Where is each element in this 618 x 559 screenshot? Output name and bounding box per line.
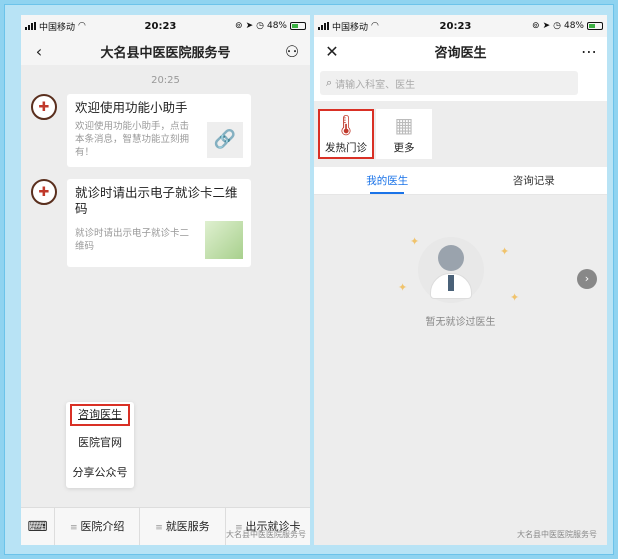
menu-medical-service[interactable]: 就医服务	[140, 508, 226, 545]
wifi-icon: ◠	[78, 21, 86, 31]
tab-bar: 我的医生 咨询记录	[314, 167, 607, 195]
battery-percent: 48%	[266, 21, 287, 31]
chat-screen: 中国移动 ◠ 20:23 ⊚ ➤ ◷ 48% ‹ 大名县中医医院服务号 ⚇ 20:25 …	[21, 15, 310, 545]
page-title: 大名县中医医院服务号	[100, 45, 231, 61]
more-icon[interactable]: ⋯	[579, 42, 599, 61]
sparkle-icon: ✦	[500, 245, 510, 258]
status-bar: 中国移动 ◠ 20:23 ⊚ ➤ ◷ 48%	[21, 15, 310, 37]
tile-more[interactable]: ▦ 更多	[376, 109, 432, 159]
screenshot-frame: 中国移动 ◠ 20:23 ⊚ ➤ ◷ 48% ‹ 大名县中医医院服务号 ⚇ 20:25 …	[4, 4, 614, 555]
page-title: 咨询医生	[434, 45, 487, 61]
tile-fever-clinic[interactable]: 🌡 发热门诊	[318, 109, 374, 159]
thermometer-icon: 🌡	[333, 113, 359, 137]
tab-consult-records[interactable]: 咨询记录	[461, 167, 608, 194]
sparkle-icon: ✦	[398, 281, 408, 294]
menu-item-consult-doctor[interactable]: 咨询医生	[70, 404, 130, 426]
back-icon[interactable]: ‹	[29, 42, 49, 61]
tile-label: 发热门诊	[325, 142, 367, 154]
tab-my-doctors[interactable]: 我的医生	[314, 167, 461, 194]
status-bar: 中国移动 ◠ 20:23 ⊚ ➤ ◷ 48%	[314, 15, 607, 37]
location-icon: ➤	[245, 21, 254, 31]
carrier: 中国移动	[332, 22, 369, 33]
carrier: 中国移动	[39, 22, 76, 33]
sparkle-icon: ✦	[510, 291, 520, 304]
arrow-right-icon[interactable]: ›	[577, 269, 597, 289]
search-icon: ⌕	[326, 76, 333, 89]
close-icon[interactable]: ✕	[322, 42, 342, 61]
message-card[interactable]: 欢迎使用功能小助手 欢迎使用功能小助手，点击本条消息，智慧功能立刻拥有！ 🔗	[67, 94, 251, 167]
lock-icon: ⊚	[235, 21, 243, 31]
chat-timestamp: 20:25	[151, 75, 180, 86]
search-area: ⌕ 请输入科室、医生	[314, 65, 607, 101]
empty-text: 暂无就诊过医生	[425, 317, 496, 328]
battery-icon	[587, 22, 603, 30]
signal-icon	[318, 22, 329, 30]
menu-hospital-intro[interactable]: 医院介绍	[55, 508, 141, 545]
message-card[interactable]: 就诊时请出示电子就诊卡二维码 就诊时请出示电子就诊卡二维码	[67, 179, 251, 267]
watermark: 大名县中医医院服务号	[517, 530, 597, 539]
keyboard-icon[interactable]: ⌨	[21, 508, 55, 545]
avatar: ✚	[31, 179, 57, 205]
nav-bar: ‹ 大名县中医医院服务号 ⚇	[21, 37, 310, 65]
submenu-popup: 咨询医生 医院官网 分享公众号	[66, 402, 134, 488]
battery-percent: 48%	[563, 21, 584, 31]
search-input[interactable]: ⌕ 请输入科室、医生	[320, 71, 578, 95]
status-time: 20:23	[439, 20, 472, 32]
signal-icon	[25, 22, 36, 30]
location-icon: ➤	[542, 21, 551, 31]
search-placeholder: 请输入科室、医生	[335, 79, 416, 91]
card-desc: 就诊时请出示电子就诊卡二维码	[75, 228, 190, 252]
alarm-icon: ◷	[256, 21, 264, 31]
service-tiles: 🌡 发热门诊 ▦ 更多	[314, 101, 607, 167]
lock-icon: ⊚	[532, 21, 540, 31]
card-desc: 欢迎使用功能小助手，点击本条消息，智慧功能立刻拥有！	[75, 121, 190, 158]
link-icon: 🔗	[207, 121, 243, 158]
card-thumbnail	[205, 221, 243, 259]
person-icon[interactable]: ⚇	[282, 42, 302, 61]
chat-message: ✚ 欢迎使用功能小助手 欢迎使用功能小助手，点击本条消息，智慧功能立刻拥有！ 🔗	[21, 94, 310, 167]
nav-bar: ✕ 咨询医生 ⋯	[314, 37, 607, 65]
menu-item-hospital-website[interactable]: 医院官网	[66, 428, 134, 458]
chat-message: ✚ 就诊时请出示电子就诊卡二维码 就诊时请出示电子就诊卡二维码	[21, 179, 310, 267]
grid-icon: ▦	[394, 113, 414, 137]
tile-label: 更多	[393, 142, 415, 154]
card-title: 欢迎使用功能小助手	[75, 100, 188, 115]
menu-item-share-account[interactable]: 分享公众号	[66, 458, 134, 488]
empty-state: ✦ ✦ ✦ ✦ 暂无就诊过医生	[314, 195, 607, 375]
avatar: ✚	[31, 94, 57, 120]
battery-icon	[290, 22, 306, 30]
consult-screen: 中国移动 ◠ 20:23 ⊚ ➤ ◷ 48% ✕ 咨询医生 ⋯ ⌕ 请输入科室、医生 🌡…	[314, 15, 607, 545]
wifi-icon: ◠	[371, 21, 379, 31]
alarm-icon: ◷	[553, 21, 561, 31]
card-title: 就诊时请出示电子就诊卡二维码	[75, 185, 238, 216]
sparkle-icon: ✦	[410, 235, 420, 248]
status-time: 20:23	[144, 20, 177, 32]
watermark: 大名县中医医院服务号	[226, 530, 306, 539]
